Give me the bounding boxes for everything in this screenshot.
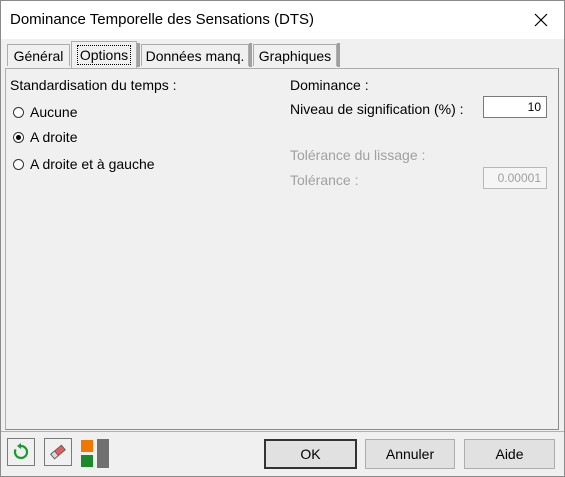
radio-a-droite[interactable]: A droite xyxy=(13,129,77,145)
significance-input[interactable]: 10 xyxy=(483,96,547,118)
significance-label: Niveau de signification (%) : xyxy=(290,101,464,117)
radio-aucune[interactable]: Aucune xyxy=(13,104,77,120)
reset-icon xyxy=(13,443,29,460)
help-button[interactable]: Aide xyxy=(464,439,555,469)
reset-button[interactable] xyxy=(7,438,35,466)
tab-graphiques[interactable]: Graphiques xyxy=(253,44,337,66)
layout-toggle-button[interactable] xyxy=(80,438,112,468)
tab-options[interactable]: Options xyxy=(71,41,137,68)
footer-separator xyxy=(1,431,564,432)
layout-toggle-icon xyxy=(81,439,109,468)
title-bar: Dominance Temporelle des Sensations (DTS… xyxy=(1,1,564,39)
tab-donnees-manq[interactable]: Données manq. xyxy=(141,44,249,66)
close-icon xyxy=(534,13,548,27)
tab-strip: Général Options Données manq. Graphiques xyxy=(1,39,564,69)
eraser-button[interactable] xyxy=(44,438,72,466)
ok-button[interactable]: OK xyxy=(264,439,357,469)
standardisation-heading: Standardisation du temps : xyxy=(10,77,177,93)
tolerance-input[interactable]: 0.00001 xyxy=(483,167,547,189)
radio-button-icon xyxy=(13,158,24,170)
dialog-window: Dominance Temporelle des Sensations (DTS… xyxy=(0,0,565,477)
radio-selected-icon xyxy=(13,131,24,143)
tolerance-label: Tolérance : xyxy=(290,172,359,188)
tab-general[interactable]: Général xyxy=(7,44,70,66)
radio-a-droite-et-a-gauche[interactable]: A droite et à gauche xyxy=(13,156,155,172)
cancel-button[interactable]: Annuler xyxy=(365,439,455,469)
dominance-heading: Dominance : xyxy=(290,77,369,93)
smoothing-heading: Tolérance du lissage : xyxy=(290,147,426,163)
close-button[interactable] xyxy=(518,1,564,39)
options-panel: Standardisation du temps : Aucune A droi… xyxy=(5,68,559,430)
window-title: Dominance Temporelle des Sensations (DTS… xyxy=(10,11,315,28)
radio-button-icon xyxy=(13,106,24,118)
eraser-icon xyxy=(50,444,66,460)
